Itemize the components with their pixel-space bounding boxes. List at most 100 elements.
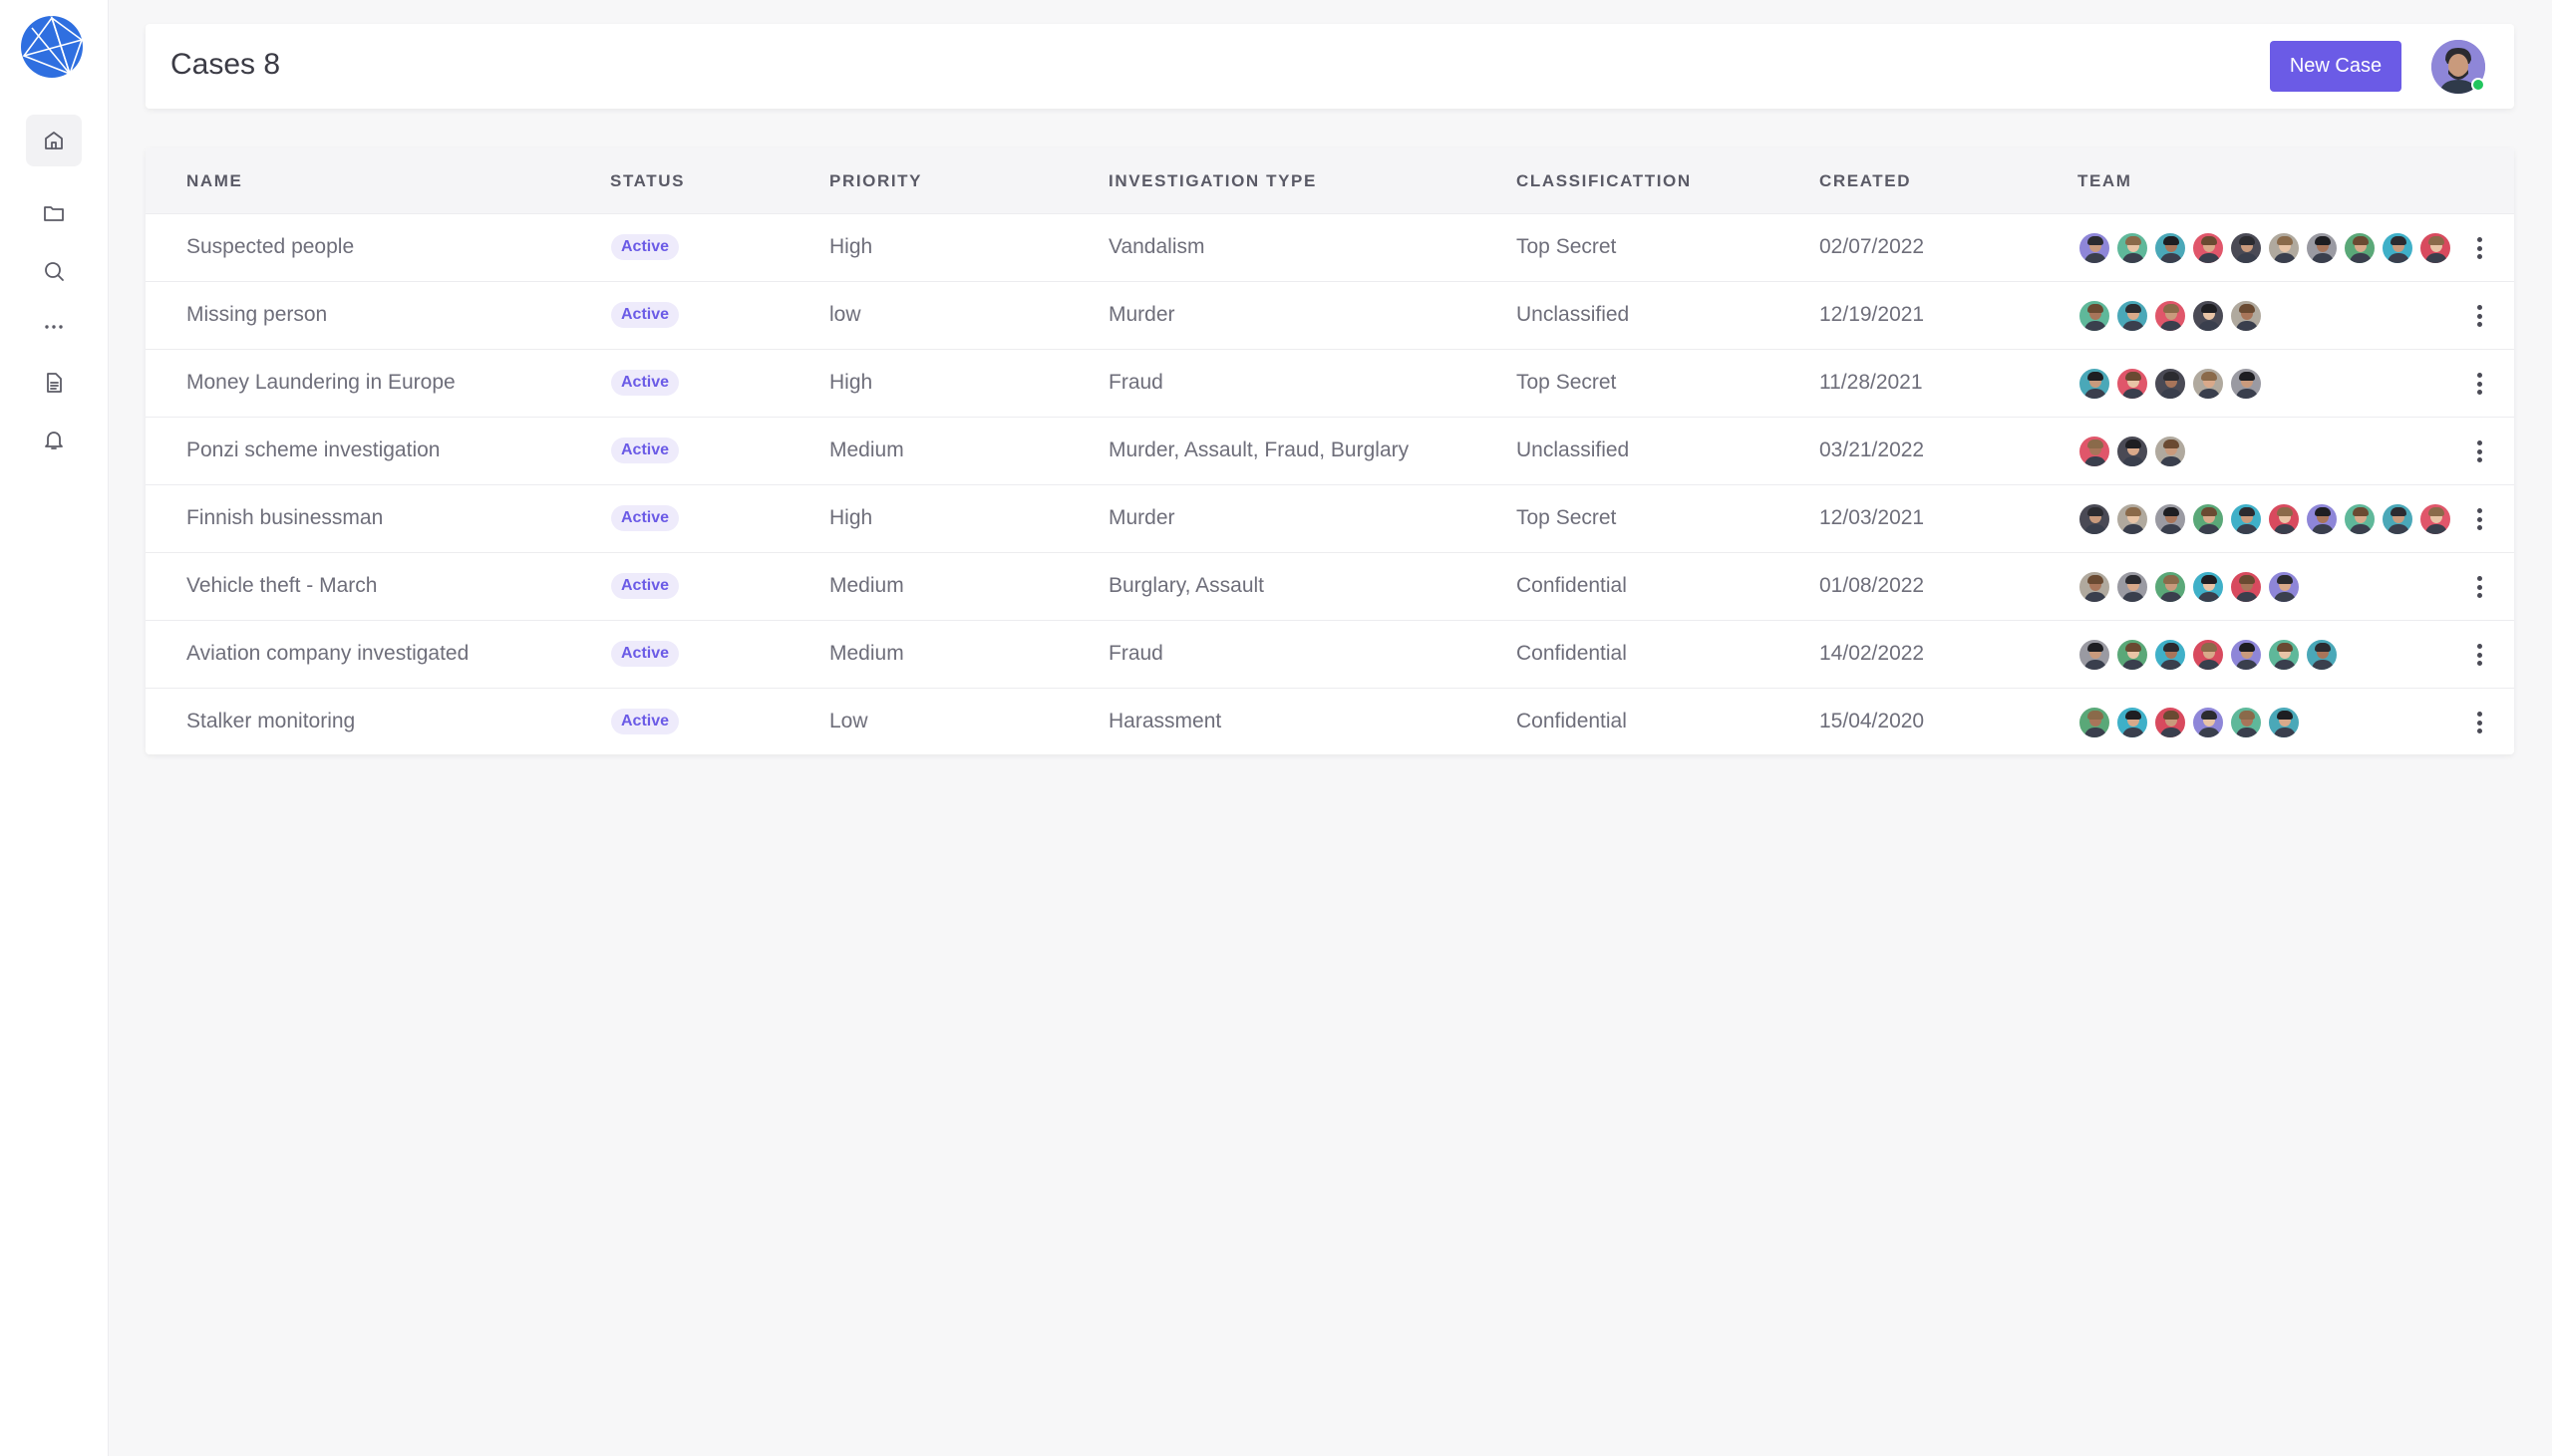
team-member-avatar[interactable] bbox=[2115, 570, 2149, 604]
column-header-status[interactable]: STATUS bbox=[610, 171, 685, 191]
team-member-avatar[interactable] bbox=[2229, 299, 2263, 333]
sidebar-item-home[interactable] bbox=[26, 115, 82, 166]
team-member-avatar[interactable] bbox=[2381, 231, 2414, 265]
table-row[interactable]: Aviation company investigated Active Mediu… bbox=[146, 620, 2514, 688]
team-avatars bbox=[2077, 570, 2305, 604]
row-menu-kebab-icon[interactable] bbox=[2472, 505, 2486, 533]
team-member-avatar[interactable] bbox=[2115, 706, 2149, 739]
team-member-avatar[interactable] bbox=[2153, 570, 2187, 604]
team-member-avatar[interactable] bbox=[2153, 706, 2187, 739]
table-row[interactable]: Suspected people Active High Vandalism Top S… bbox=[146, 213, 2514, 281]
team-member-avatar[interactable] bbox=[2077, 638, 2111, 672]
search-icon bbox=[45, 262, 64, 281]
team-member-avatar[interactable] bbox=[2418, 231, 2452, 265]
team-member-avatar[interactable] bbox=[2077, 570, 2111, 604]
team-member-avatar[interactable] bbox=[2077, 435, 2111, 468]
priority-value: Medium bbox=[829, 574, 904, 597]
sidebar-item-documents[interactable] bbox=[26, 357, 82, 409]
team-member-avatar[interactable] bbox=[2305, 638, 2339, 672]
team-member-avatar[interactable] bbox=[2229, 706, 2263, 739]
case-name[interactable]: Stalker monitoring bbox=[186, 710, 355, 733]
app-logo-icon[interactable] bbox=[18, 14, 86, 80]
table-row[interactable]: Ponzi scheme investigation Active Medium Mu… bbox=[146, 417, 2514, 484]
team-member-avatar[interactable] bbox=[2191, 231, 2225, 265]
team-member-avatar[interactable] bbox=[2115, 299, 2149, 333]
team-member-avatar[interactable] bbox=[2267, 502, 2301, 536]
team-member-avatar[interactable] bbox=[2077, 299, 2111, 333]
status-badge: Active bbox=[611, 370, 680, 396]
sidebar-item-cases[interactable] bbox=[26, 187, 82, 239]
team-avatars bbox=[2077, 231, 2456, 265]
team-member-avatar[interactable] bbox=[2077, 706, 2111, 739]
case-name[interactable]: Suspected people bbox=[186, 235, 354, 259]
column-header-name[interactable]: NAME bbox=[186, 171, 242, 191]
team-member-avatar[interactable] bbox=[2305, 231, 2339, 265]
row-menu-kebab-icon[interactable] bbox=[2472, 437, 2486, 465]
team-member-avatar[interactable] bbox=[2153, 502, 2187, 536]
team-member-avatar[interactable] bbox=[2229, 367, 2263, 401]
row-menu-kebab-icon[interactable] bbox=[2472, 709, 2486, 736]
team-member-avatar[interactable] bbox=[2229, 638, 2263, 672]
team-member-avatar[interactable] bbox=[2191, 570, 2225, 604]
team-member-avatar[interactable] bbox=[2191, 706, 2225, 739]
team-member-avatar[interactable] bbox=[2115, 502, 2149, 536]
team-member-avatar[interactable] bbox=[2077, 367, 2111, 401]
team-member-avatar[interactable] bbox=[2153, 299, 2187, 333]
team-member-avatar[interactable] bbox=[2115, 231, 2149, 265]
team-member-avatar[interactable] bbox=[2153, 638, 2187, 672]
team-member-avatar[interactable] bbox=[2115, 638, 2149, 672]
case-name[interactable]: Missing person bbox=[186, 303, 327, 327]
team-member-avatar[interactable] bbox=[2191, 638, 2225, 672]
team-member-avatar[interactable] bbox=[2229, 231, 2263, 265]
team-member-avatar[interactable] bbox=[2305, 502, 2339, 536]
table-row[interactable]: Vehicle theft - March Active Medium Burglar… bbox=[146, 552, 2514, 620]
row-menu-kebab-icon[interactable] bbox=[2472, 641, 2486, 669]
table-row[interactable]: Finnish businessman Active High Murder Top S… bbox=[146, 484, 2514, 552]
team-member-avatar[interactable] bbox=[2381, 502, 2414, 536]
case-name[interactable]: Money Laundering in Europe bbox=[186, 371, 456, 395]
column-header-investigation-type[interactable]: INVESTIGATION TYPE bbox=[1109, 171, 1317, 191]
column-header-priority[interactable]: PRIORITY bbox=[829, 171, 922, 191]
new-case-button[interactable]: New Case bbox=[2270, 41, 2401, 92]
case-name[interactable]: Vehicle theft - March bbox=[186, 574, 377, 598]
team-member-avatar[interactable] bbox=[2115, 367, 2149, 401]
row-menu-kebab-icon[interactable] bbox=[2472, 234, 2486, 262]
row-menu-kebab-icon[interactable] bbox=[2472, 370, 2486, 398]
classification-value: Top Secret bbox=[1516, 371, 1617, 394]
column-header-created[interactable]: CREATED bbox=[1819, 171, 1911, 191]
column-header-team[interactable]: TEAM bbox=[2077, 171, 2132, 191]
sidebar-item-more[interactable] bbox=[26, 301, 82, 353]
team-member-avatar[interactable] bbox=[2191, 502, 2225, 536]
team-member-avatar[interactable] bbox=[2077, 502, 2111, 536]
row-menu-kebab-icon[interactable] bbox=[2472, 302, 2486, 330]
priority-value: High bbox=[829, 371, 873, 394]
investigation-type-value: Murder, Assault, Fraud, Burglary bbox=[1109, 438, 1410, 461]
case-name[interactable]: Finnish businessman bbox=[186, 506, 383, 530]
team-member-avatar[interactable] bbox=[2153, 435, 2187, 468]
team-member-avatar[interactable] bbox=[2153, 231, 2187, 265]
team-member-avatar[interactable] bbox=[2229, 502, 2263, 536]
team-member-avatar[interactable] bbox=[2343, 502, 2377, 536]
team-member-avatar[interactable] bbox=[2077, 231, 2111, 265]
table-row[interactable]: Money Laundering in Europe Active High Frau… bbox=[146, 349, 2514, 417]
sidebar-item-notifications[interactable] bbox=[26, 414, 82, 465]
sidebar-item-search[interactable] bbox=[26, 245, 82, 297]
priority-value: High bbox=[829, 506, 873, 529]
team-member-avatar[interactable] bbox=[2343, 231, 2377, 265]
team-member-avatar[interactable] bbox=[2267, 231, 2301, 265]
case-name[interactable]: Aviation company investigated bbox=[186, 642, 469, 666]
table-row[interactable]: Stalker monitoring Active Low Harassment Con… bbox=[146, 688, 2514, 754]
team-member-avatar[interactable] bbox=[2267, 638, 2301, 672]
team-member-avatar[interactable] bbox=[2115, 435, 2149, 468]
column-header-classification[interactable]: CLASSIFICATTION bbox=[1516, 171, 1692, 191]
case-name[interactable]: Ponzi scheme investigation bbox=[186, 438, 440, 462]
team-member-avatar[interactable] bbox=[2267, 570, 2301, 604]
team-member-avatar[interactable] bbox=[2191, 367, 2225, 401]
team-member-avatar[interactable] bbox=[2191, 299, 2225, 333]
team-member-avatar[interactable] bbox=[2229, 570, 2263, 604]
team-member-avatar[interactable] bbox=[2153, 367, 2187, 401]
team-member-avatar[interactable] bbox=[2418, 502, 2452, 536]
row-menu-kebab-icon[interactable] bbox=[2472, 573, 2486, 601]
team-member-avatar[interactable] bbox=[2267, 706, 2301, 739]
table-row[interactable]: Missing person Active low Murder Unclassifie… bbox=[146, 281, 2514, 349]
